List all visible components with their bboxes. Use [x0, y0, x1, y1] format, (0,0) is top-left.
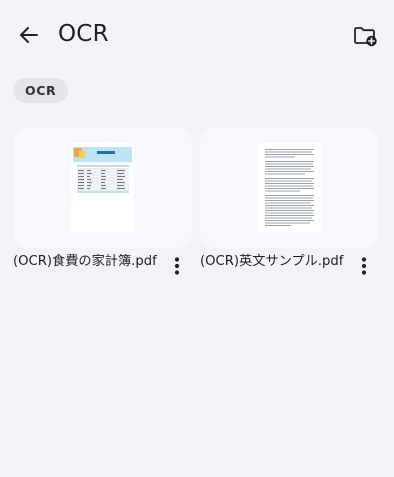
- page-title: OCR: [58, 21, 109, 47]
- file-thumbnail[interactable]: [200, 127, 379, 248]
- file-card: (OCR)英文サンプル.pdf: [200, 127, 379, 282]
- file-name[interactable]: (OCR)英文サンプル.pdf: [200, 254, 343, 270]
- file-thumbnail[interactable]: [13, 127, 192, 248]
- more-vert-icon: [174, 257, 180, 275]
- file-more-button[interactable]: [355, 254, 373, 278]
- filter-chip-ocr[interactable]: OCR: [13, 78, 69, 103]
- arrow-left-icon: [20, 27, 38, 43]
- app-bar: OCR: [0, 0, 394, 68]
- file-more-button[interactable]: [168, 254, 186, 278]
- file-name[interactable]: (OCR)食費の家計簿.pdf: [13, 254, 157, 270]
- file-card: (OCR)食費の家計簿.pdf: [13, 127, 192, 282]
- spreadsheet-page-thumbnail: [71, 143, 134, 232]
- new-folder-button[interactable]: [348, 18, 382, 52]
- folder-plus-icon: [354, 27, 377, 47]
- back-button[interactable]: [12, 18, 46, 52]
- more-vert-icon: [361, 257, 367, 275]
- text-page-thumbnail: [258, 143, 321, 232]
